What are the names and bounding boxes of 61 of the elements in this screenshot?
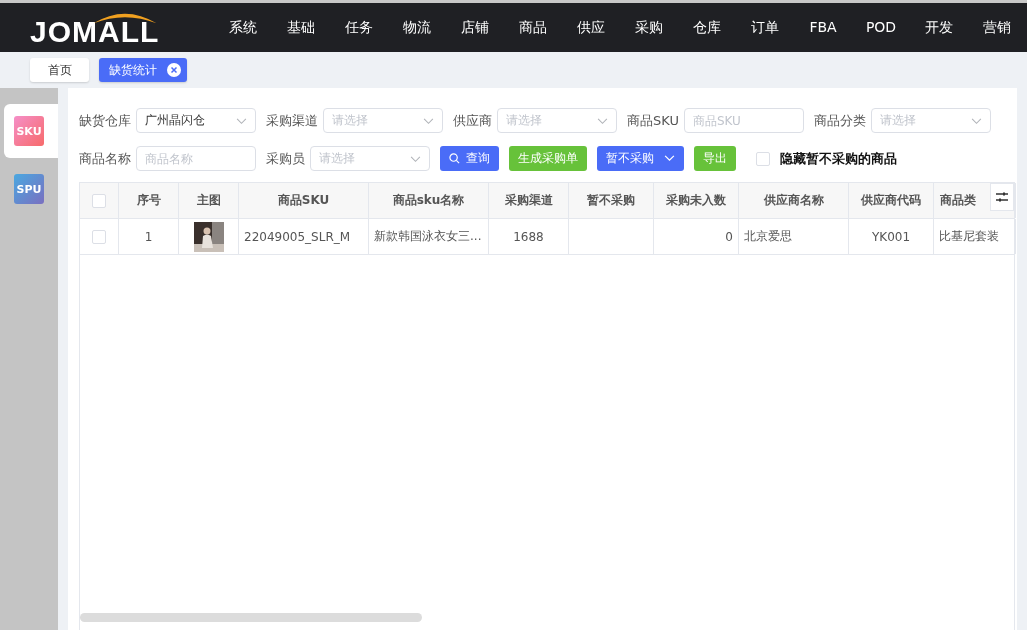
nav-menu-item[interactable]: 订单 <box>736 18 794 37</box>
column-header: 供应商代码 <box>849 183 934 218</box>
select-field[interactable]: 广州晶闪仓 <box>136 108 256 133</box>
chevron-down-icon <box>423 118 434 125</box>
filter-label: 采购渠道 <box>266 111 318 130</box>
sku-badge-icon: SKU <box>14 116 44 146</box>
column-header: 商品sku名称 <box>369 183 489 218</box>
settings-icon[interactable] <box>990 183 1014 211</box>
scrollbar[interactable] <box>80 613 422 622</box>
nav-menu-item[interactable]: 任务 <box>330 18 388 37</box>
table-cell: 22049005_SLR_M <box>244 229 351 244</box>
column-header: 采购未入数 <box>654 183 739 218</box>
column-header: 暂不采购 <box>569 183 654 218</box>
table-cell: 0 <box>725 229 733 244</box>
page-tab[interactable]: 首页 <box>30 58 89 82</box>
nav-menu-item[interactable]: 店铺 <box>446 18 504 37</box>
filter-label: 商品分类 <box>813 111 866 130</box>
nav-menu-item[interactable]: 物流 <box>388 18 446 37</box>
nav-menu-item[interactable]: FBA <box>794 18 852 37</box>
column-header: 主图 <box>179 183 239 218</box>
input-field[interactable]: 商品名称 <box>136 146 256 171</box>
nav-menu-item[interactable]: 商品 <box>504 18 562 37</box>
filter-label: 供应商 <box>453 111 492 130</box>
chevron-down-icon <box>970 118 982 125</box>
table-cell: 1688 <box>513 229 544 244</box>
close-icon[interactable] <box>167 63 181 77</box>
dropdown-button[interactable]: 暂不采购 <box>597 146 684 171</box>
nav-menu-item[interactable]: POD <box>852 18 910 37</box>
nav-menu-item[interactable]: 系统 <box>214 18 272 37</box>
chevron-down-icon <box>597 118 608 125</box>
column-header: 序号 <box>119 183 179 218</box>
column-header: 供应商名称 <box>739 183 849 218</box>
nav-menu-item[interactable]: 基础 <box>272 18 330 37</box>
column-header: 采购渠道 <box>489 183 569 218</box>
chevron-down-icon <box>236 118 247 125</box>
search-icon <box>449 153 460 164</box>
input-field[interactable]: 商品SKU <box>683 108 804 133</box>
search-button[interactable]: 查询 <box>440 146 499 171</box>
nav-menu-item[interactable]: 营销 <box>968 18 1026 37</box>
hide-checkbox[interactable]: 隐藏暂不采购的商品 <box>756 149 897 168</box>
table-cell: 北京爱思 <box>744 228 792 245</box>
filter-label: 缺货仓库 <box>79 111 131 130</box>
nav-menu-item[interactable]: 开发 <box>910 18 968 37</box>
nav-menu-item[interactable]: 采购 <box>620 18 678 37</box>
table-cell: 比基尼套装 <box>939 228 999 245</box>
nav-menu-item[interactable]: 供应 <box>562 18 620 37</box>
nav-menu-item[interactable]: 仓库 <box>678 18 736 37</box>
table-cell: 新款韩国泳衣女三... <box>374 228 482 245</box>
chevron-down-icon <box>410 156 421 163</box>
table-cell: YK001 <box>871 229 911 244</box>
row-checkbox[interactable] <box>92 229 106 244</box>
filter-label: 商品SKU <box>627 111 679 130</box>
filter-label: 采购员 <box>266 149 305 168</box>
select-all-checkbox[interactable] <box>92 193 106 208</box>
sku-badge-icon: SPU <box>14 174 44 204</box>
logo: JOMALL <box>29 12 161 50</box>
page-tab[interactable]: 缺货统计 <box>99 58 187 82</box>
filter-label: 商品名称 <box>79 149 131 168</box>
table-cell: 1 <box>144 229 153 244</box>
chevron-down-icon <box>664 155 675 162</box>
column-header: 商品SKU <box>239 183 369 218</box>
